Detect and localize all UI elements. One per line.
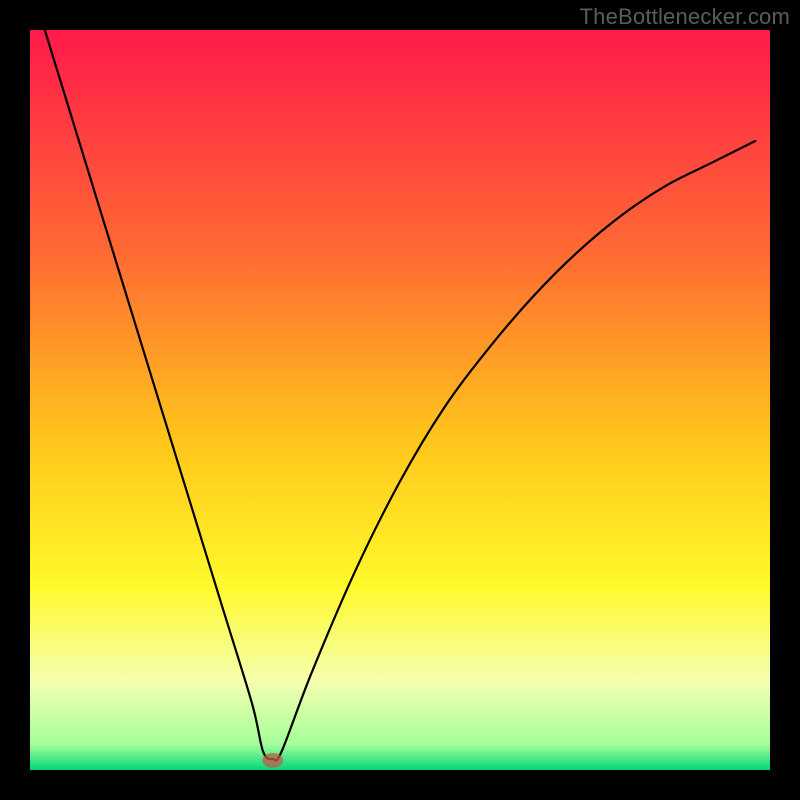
attribution-text: TheBottlenecker.com: [580, 4, 790, 30]
plot-area: [30, 30, 770, 770]
chart-frame: TheBottlenecker.com: [0, 0, 800, 800]
gradient-background: [30, 30, 770, 770]
chart-svg: [30, 30, 770, 770]
optimal-point-marker: [262, 753, 283, 768]
